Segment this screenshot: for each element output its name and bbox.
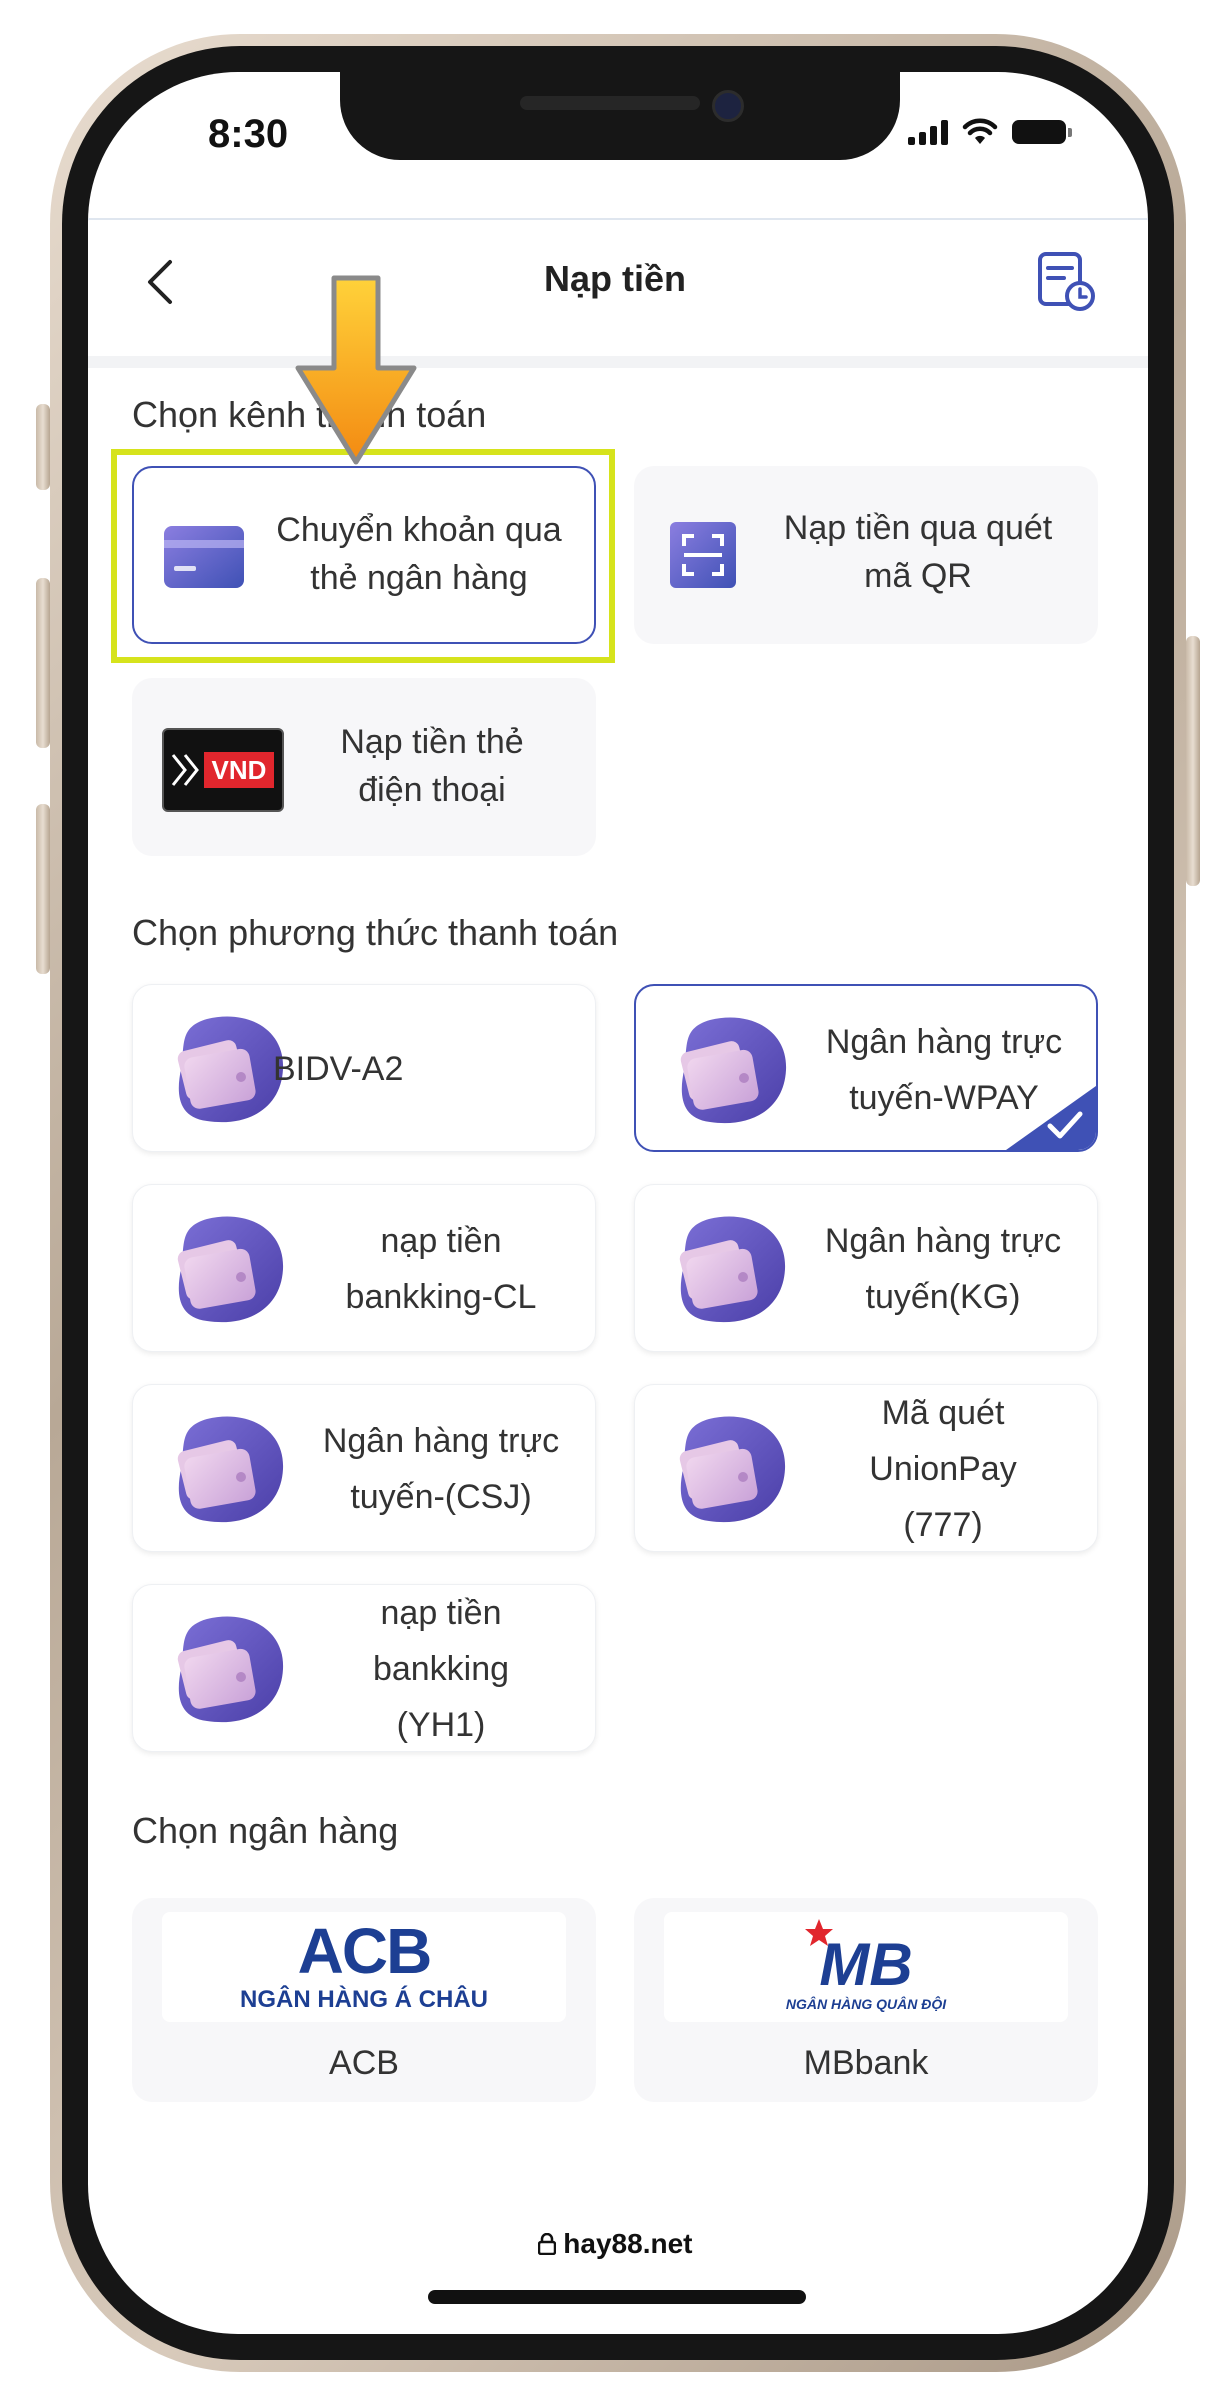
highlight-frame (111, 449, 615, 663)
footer-url[interactable]: hay88.net (0, 2228, 1230, 2260)
mb-logo-subtext: NGÂN HÀNG QUÂN ĐỘI (785, 1996, 947, 2012)
channel-phone-card[interactable]: VND Nạp tiền thẻ điện thoại (132, 678, 596, 856)
url-text: hay88.net (563, 2228, 693, 2259)
payment-method-card[interactable]: Ngân hàng trực tuyến-WPAY (634, 984, 1098, 1152)
bank-name: ACB (329, 2044, 399, 2082)
wallet-icon (177, 1616, 284, 1723)
payment-method-card[interactable]: Ngân hàng trực tuyến(KG) (634, 1184, 1098, 1352)
payment-method-label: BIDV-A2 (273, 1045, 473, 1093)
vnd-card-icon: VND (162, 728, 284, 812)
channel-label-line1: Nạp tiền qua quét (783, 509, 1053, 547)
section-title-method: Chọn phương thức thanh toán (132, 912, 619, 953)
bank-name: MBbank (803, 2044, 929, 2082)
payment-method-card[interactable]: nạp tiền bankking (YH1) (132, 1584, 596, 1752)
channel-label-line2: mã QR (864, 557, 972, 595)
payment-method-label-line: nạp tiền (380, 1222, 502, 1260)
double-chevron-icon (171, 754, 199, 786)
mute-switch (36, 404, 50, 490)
payment-method-label-line: tuyến(KG) (865, 1278, 1021, 1316)
lock-icon (537, 2232, 556, 2256)
payment-method-card[interactable]: Mã quét UnionPay (777) (634, 1384, 1098, 1552)
status-time: 8:30 (208, 112, 289, 156)
payment-method-card[interactable]: nạp tiền bankking-CL (132, 1184, 596, 1352)
payment-method-label: Mã quét UnionPay (777) (805, 1385, 1081, 1553)
status-icons (908, 118, 1072, 146)
channel-label-line2: điện thoại (358, 771, 506, 809)
power-button (1186, 636, 1200, 886)
wallet-icon (177, 1016, 284, 1123)
section-title-bank: Chọn ngân hàng (132, 1810, 399, 1851)
payment-method-label-line: Ngân hàng trực (825, 1023, 1063, 1061)
speaker (520, 96, 700, 110)
payment-method-label-line: Mã quét (881, 1394, 1005, 1432)
front-camera (712, 90, 744, 122)
bank-mbbank[interactable]: MB NGÂN HÀNG QUÂN ĐỘI MBbank (634, 1898, 1098, 2102)
header-top-divider (88, 218, 1148, 220)
wallet-icon (679, 1416, 786, 1523)
pointer-arrow-icon (295, 275, 417, 465)
payment-method-label-line: tuyến-(CSJ) (350, 1478, 532, 1516)
acb-logo: ACB NGÂN HÀNG Á CHÂU (162, 1912, 566, 2022)
payment-method-card[interactable]: Ngân hàng trực tuyến-(CSJ) (132, 1384, 596, 1552)
wallet-icon (177, 1416, 284, 1523)
payment-method-label-line: (YH1) (396, 1706, 486, 1744)
volume-down-button (36, 804, 50, 974)
channel-label-line1: Nạp tiền thẻ (340, 723, 524, 761)
payment-method-label-line: bankking-CL (345, 1278, 537, 1316)
wallet-icon (680, 1017, 787, 1124)
wallet-icon (177, 1216, 284, 1323)
acb-logo-text: ACB (297, 1915, 433, 1987)
payment-method-label-line: UnionPay (869, 1450, 1017, 1488)
battery-icon (1012, 120, 1072, 144)
volume-up-button (36, 578, 50, 748)
payment-method-label-line: bankking (372, 1650, 510, 1688)
home-indicator[interactable] (428, 2290, 806, 2304)
selected-check-icon (1006, 1086, 1096, 1150)
payment-method-card[interactable]: BIDV-A2 (132, 984, 596, 1152)
transaction-history-icon[interactable] (1036, 250, 1096, 312)
wifi-icon (962, 118, 998, 144)
mb-logo-text: MB (819, 1931, 913, 1998)
payment-method-label: Ngân hàng trực tuyến-(CSJ) (303, 1413, 579, 1525)
notch (340, 72, 900, 160)
bank-acb[interactable]: ACB NGÂN HÀNG Á CHÂU ACB (132, 1898, 596, 2102)
acb-logo-subtext: NGÂN HÀNG Á CHÂU (240, 1986, 488, 2013)
payment-method-label: nạp tiền bankking-CL (303, 1213, 579, 1325)
channel-qr-scan[interactable]: Nạp tiền qua quét mã QR (634, 466, 1098, 644)
payment-method-label-line: Ngân hàng trực (322, 1422, 560, 1460)
payment-method-label-line: nạp tiền (380, 1594, 502, 1632)
payment-method-label-line: Ngân hàng trực (824, 1222, 1062, 1260)
mb-logo: MB NGÂN HÀNG QUÂN ĐỘI (664, 1912, 1068, 2022)
payment-method-label: nạp tiền bankking (YH1) (303, 1585, 579, 1753)
payment-method-label-line: (777) (903, 1506, 983, 1544)
cellular-signal-icon (908, 119, 948, 145)
back-arrow-icon[interactable] (142, 258, 182, 306)
payment-method-label: Ngân hàng trực tuyến(KG) (805, 1213, 1081, 1325)
qr-scan-icon (670, 522, 736, 588)
header-divider (88, 356, 1148, 368)
wallet-icon (679, 1216, 786, 1323)
payment-method-label-line: BIDV-A2 (273, 1050, 404, 1088)
vnd-badge: VND (204, 752, 274, 788)
